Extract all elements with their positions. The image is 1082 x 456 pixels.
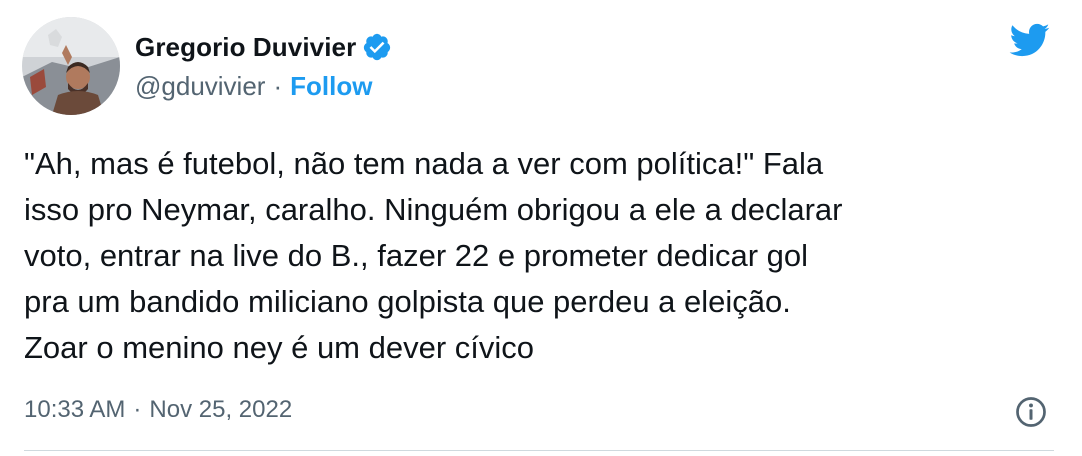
meta-separator: ·: [133, 396, 142, 423]
divider: [24, 450, 1054, 451]
handle-row: @gduvivier · Follow: [135, 67, 392, 105]
avatar[interactable]: [22, 17, 120, 115]
handle-separator: ·: [273, 70, 283, 101]
tweet-text: "Ah, mas é futebol, não tem nada a ver c…: [24, 146, 843, 365]
follow-button[interactable]: Follow: [290, 71, 372, 102]
name-row: Gregorio Duvivier: [135, 28, 392, 66]
avatar-image: [22, 17, 120, 115]
tweet-card: Gregorio Duvivier @gduvivier · Follow "A…: [0, 0, 1082, 456]
tweet-date[interactable]: Nov 25, 2022: [149, 396, 292, 424]
author-name[interactable]: Gregorio Duvivier: [135, 32, 356, 63]
author-handle[interactable]: @gduvivier: [135, 71, 265, 102]
info-icon[interactable]: [1013, 394, 1049, 430]
twitter-bird-icon[interactable]: [1008, 22, 1050, 58]
tweet-time[interactable]: 10:33 AM: [24, 396, 125, 424]
author-block: Gregorio Duvivier @gduvivier · Follow: [135, 28, 392, 105]
verified-badge-icon: [362, 32, 392, 62]
tweet-meta: 10:33 AM · Nov 25, 2022: [24, 396, 292, 424]
